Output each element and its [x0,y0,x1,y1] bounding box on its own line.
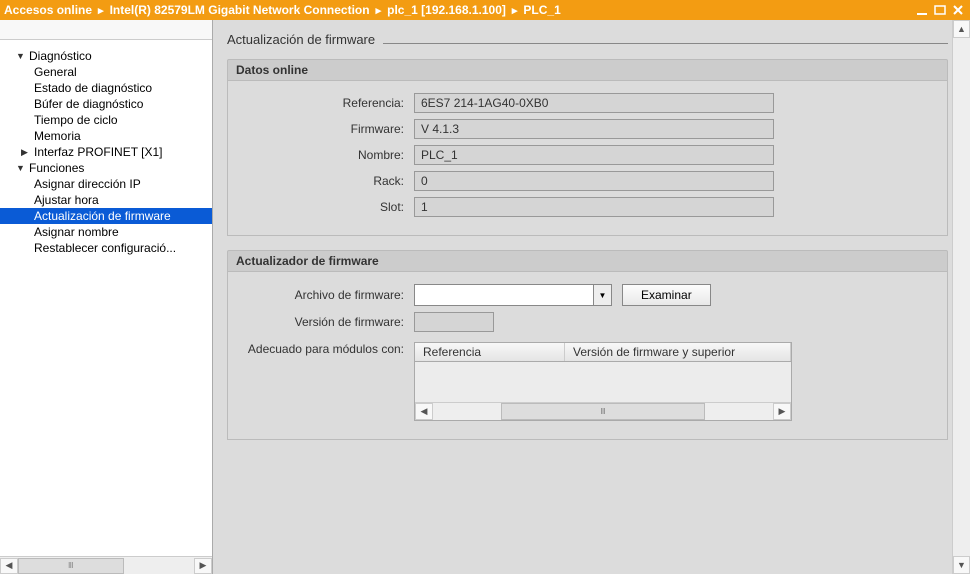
scroll-track[interactable]: Ⅲ [18,558,194,574]
scroll-right-button[interactable]: ▶ [773,403,791,420]
scroll-track[interactable] [953,38,970,556]
panel-header-updater: Actualizador de firmware [227,250,948,272]
tree-node-nombre[interactable]: Asignar nombre [0,224,212,240]
grid-col-referencia[interactable]: Referencia [415,343,565,361]
content-area: Actualización de firmware Datos online R… [213,20,970,574]
tree-node-ip[interactable]: Asignar dirección IP [0,176,212,192]
tree-label: Asignar dirección IP [34,177,141,191]
tree-node-reset[interactable]: Restablecer configuració... [0,240,212,256]
label-nombre: Nombre: [244,148,414,162]
firmware-file-combo[interactable]: ▼ [414,284,612,306]
scroll-up-button[interactable]: ▲ [953,20,970,38]
browse-button[interactable]: Examinar [622,284,711,306]
tree-node-general[interactable]: General [0,64,212,80]
field-rack: 0 [414,171,774,191]
expand-icon: ▶ [21,147,31,158]
dropdown-icon[interactable]: ▼ [593,285,611,305]
window-controls [914,3,966,17]
scroll-down-button[interactable]: ▼ [953,556,970,574]
tree-node-estado[interactable]: Estado de diagnóstico [0,80,212,96]
breadcrumb-item: Intel(R) 82579LM Gigabit Network Connect… [110,3,370,17]
sidebar-header [0,20,212,40]
minimize-button[interactable] [914,3,930,17]
chevron-right-icon: ▸ [376,4,382,17]
field-version [414,312,494,332]
tree-label: Actualización de firmware [34,209,171,223]
label-archivo: Archivo de firmware: [244,288,414,302]
online-data-panel: Datos online Referencia: 6ES7 214-1AG40-… [227,59,948,236]
tree-label: Ajustar hora [34,193,99,207]
firmware-updater-panel: Actualizador de firmware Archivo de firm… [227,250,948,440]
panel-header-online: Datos online [227,59,948,81]
breadcrumb: Accesos online ▸ Intel(R) 82579LM Gigabi… [4,3,914,17]
breadcrumb-item: PLC_1 [523,3,560,17]
label-firmware: Firmware: [244,122,414,136]
grid-col-version[interactable]: Versión de firmware y superior [565,343,791,361]
field-slot: 1 [414,197,774,217]
page-title: Actualización de firmware [227,32,375,47]
tree-node-diagnostico[interactable]: ▼ Diagnóstico [0,48,212,64]
tree-label: Restablecer configuració... [34,241,176,255]
chevron-right-icon: ▸ [98,4,104,17]
tree-label: Interfaz PROFINET [X1] [34,145,162,159]
label-referencia: Referencia: [244,96,414,110]
title-bar: Accesos online ▸ Intel(R) 82579LM Gigabi… [0,0,970,20]
tree-node-funciones[interactable]: ▼ Funciones [0,160,212,176]
field-nombre: PLC_1 [414,145,774,165]
scroll-track[interactable]: Ⅲ [433,403,773,420]
sidebar: ▼ Diagnóstico General Estado de diagnóst… [0,20,213,574]
scroll-left-button[interactable]: ◀ [415,403,433,420]
tree-label: Diagnóstico [29,49,92,63]
label-rack: Rack: [244,174,414,188]
tree-label: Asignar nombre [34,225,119,239]
tree-label: Búfer de diagnóstico [34,97,143,111]
nav-tree: ▼ Diagnóstico General Estado de diagnóst… [0,40,212,556]
modules-grid: Referencia Versión de firmware y superio… [414,342,792,421]
collapse-icon: ▼ [16,51,26,61]
field-referencia: 6ES7 214-1AG40-0XB0 [414,93,774,113]
tree-node-firmware[interactable]: Actualización de firmware [0,208,212,224]
tree-node-memoria[interactable]: Memoria [0,128,212,144]
label-adecuado: Adecuado para módulos con: [244,338,414,356]
tree-node-bufer[interactable]: Búfer de diagnóstico [0,96,212,112]
tree-node-profinet[interactable]: ▶ Interfaz PROFINET [X1] [0,144,212,160]
grid-body [415,362,791,402]
scroll-right-button[interactable]: ▶ [194,558,212,574]
scroll-thumb[interactable]: Ⅲ [18,558,124,574]
field-firmware: V 4.1.3 [414,119,774,139]
breadcrumb-item: plc_1 [192.168.1.100] [387,3,506,17]
scroll-left-button[interactable]: ◀ [0,558,18,574]
tree-label: Funciones [29,161,84,175]
sidebar-hscroll[interactable]: ◀ Ⅲ ▶ [0,556,212,574]
tree-label: Tiempo de ciclo [34,113,118,127]
title-divider [383,43,948,44]
chevron-right-icon: ▸ [512,4,518,17]
grid-hscroll[interactable]: ◀ Ⅲ ▶ [415,402,791,420]
breadcrumb-item: Accesos online [4,3,92,17]
grid-header: Referencia Versión de firmware y superio… [415,343,791,362]
tree-node-hora[interactable]: Ajustar hora [0,192,212,208]
content-vscroll[interactable]: ▲ ▼ [952,20,970,574]
tree-label: General [34,65,77,79]
tree-node-ciclo[interactable]: Tiempo de ciclo [0,112,212,128]
label-slot: Slot: [244,200,414,214]
label-version: Versión de firmware: [244,315,414,329]
collapse-icon: ▼ [16,163,26,173]
close-button[interactable] [950,3,966,17]
tree-label: Estado de diagnóstico [34,81,152,95]
tree-label: Memoria [34,129,81,143]
restore-button[interactable] [932,3,948,17]
scroll-thumb[interactable]: Ⅲ [501,403,705,420]
firmware-file-input[interactable] [415,285,593,305]
